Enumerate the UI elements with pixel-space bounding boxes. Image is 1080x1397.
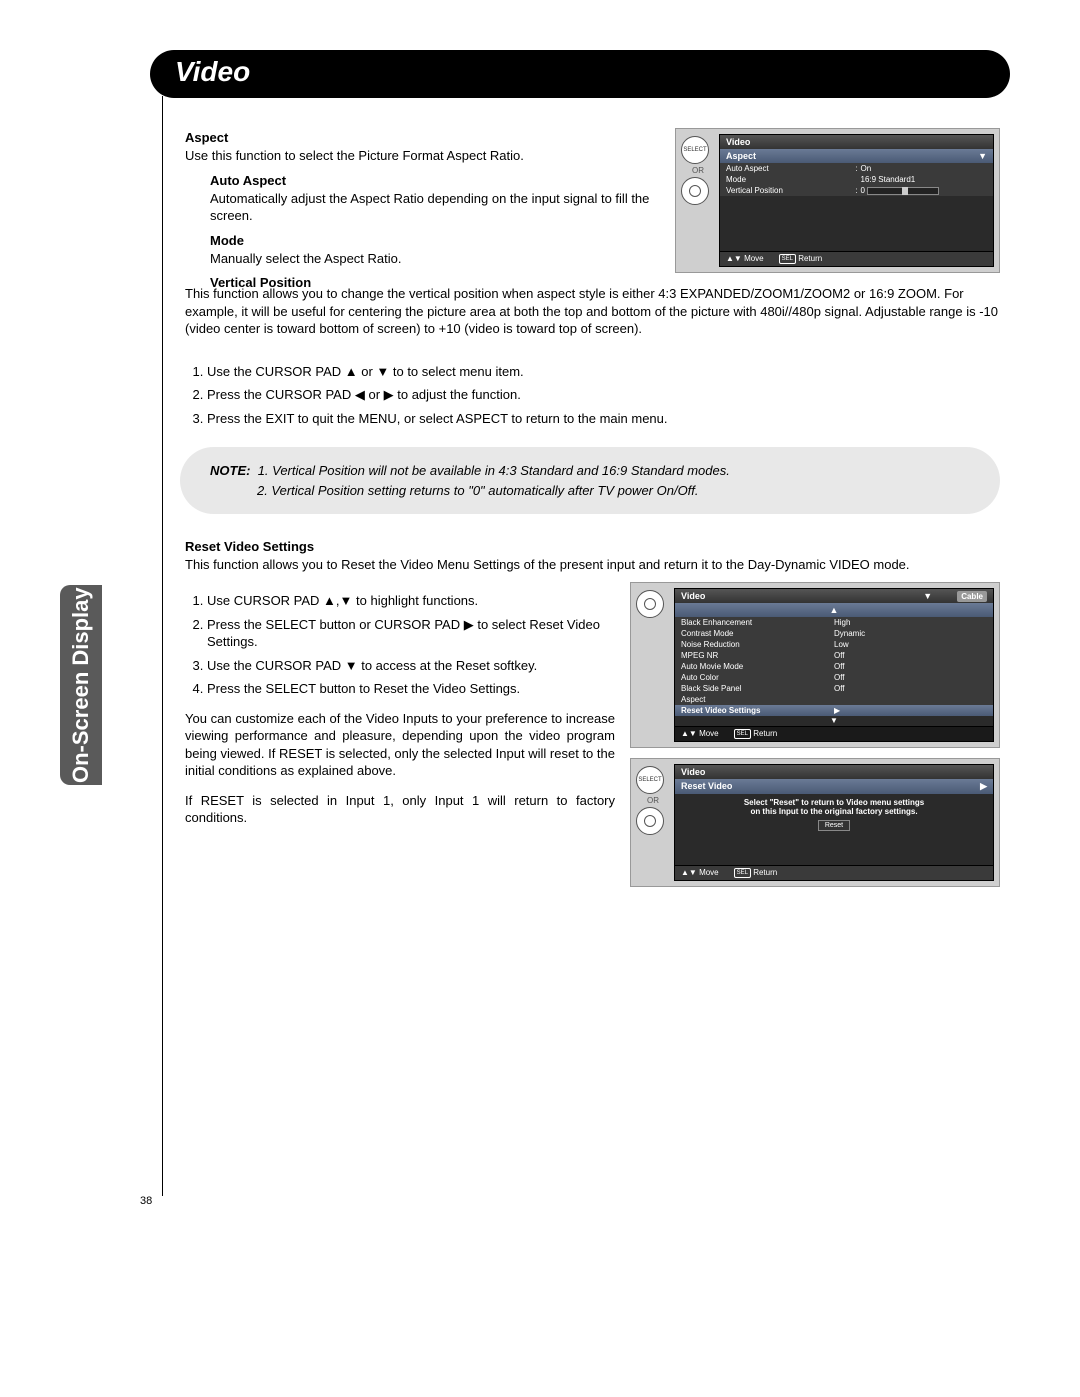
- reset-steps: Use CURSOR PAD ▲,▼ to highlight function…: [185, 592, 615, 698]
- sidebar-label: On-Screen Display: [60, 585, 102, 785]
- aspect-steps: Use the CURSOR PAD ▲ or ▼ to to select m…: [185, 363, 1000, 428]
- osd-video-list-menu: Video▼ Cable ▲ Black EnhancementHigh Con…: [674, 588, 994, 742]
- mode-heading: Mode: [210, 233, 660, 248]
- step-item: Press the SELECT button to Reset the Vid…: [207, 680, 615, 698]
- osd3-msg2: on this Input to the original factory se…: [681, 807, 987, 816]
- step-item: Use CURSOR PAD ▲,▼ to highlight function…: [207, 592, 615, 610]
- vertical-rule: [162, 96, 163, 1196]
- reset-heading: Reset Video Settings: [185, 539, 1000, 554]
- auto-aspect-desc: Automatically adjust the Aspect Ratio de…: [210, 190, 660, 225]
- cursor-pad-icon: [681, 177, 709, 205]
- note-line2: 2. Vertical Position setting returns to …: [257, 483, 699, 498]
- slider-icon: [867, 187, 939, 195]
- osd-reset-panel: SELECT OR Video Reset Video▶ Select "Res…: [630, 758, 1000, 887]
- aspect-desc: Use this function to select the Picture …: [185, 147, 660, 165]
- reset-desc: This function allows you to Reset the Vi…: [185, 556, 1000, 574]
- note-line1: 1. Vertical Position will not be availab…: [258, 463, 730, 478]
- step-item: Press the EXIT to quit the MENU, or sele…: [207, 410, 1000, 428]
- select-button-icon: SELECT: [681, 136, 709, 164]
- step-item: Press the SELECT button or CURSOR PAD ▶ …: [207, 616, 615, 651]
- auto-aspect-heading: Auto Aspect: [210, 173, 660, 188]
- cursor-pad-icon: [636, 590, 664, 618]
- osd-video-list-panel: Video▼ Cable ▲ Black EnhancementHigh Con…: [630, 582, 1000, 748]
- note-label: NOTE:: [210, 463, 250, 478]
- step-item: Use the CURSOR PAD ▲ or ▼ to to select m…: [207, 363, 1000, 381]
- sidebar-tab: On-Screen Display: [60, 585, 102, 785]
- note-box: NOTE: 1. Vertical Position will not be a…: [180, 447, 1000, 514]
- select-button-icon: SELECT: [636, 766, 664, 794]
- reset-softkey: Reset: [818, 820, 850, 831]
- page-title-banner: Video: [150, 50, 1010, 98]
- or-label: OR: [681, 166, 715, 175]
- osd3-msg1: Select "Reset" to return to Video menu s…: [681, 798, 987, 807]
- osd-aspect-menu: Video Aspect▼ Auto Aspect:On Mode16:9 St…: [719, 134, 994, 267]
- osd1-sub: Aspect: [726, 151, 756, 161]
- osd3-title: Video: [681, 767, 705, 777]
- vp-desc: This function allows you to change the v…: [185, 285, 1000, 338]
- page-number: 38: [140, 1195, 152, 1207]
- step-item: Press the CURSOR PAD ◀ or ▶ to adjust th…: [207, 386, 1000, 404]
- aspect-heading: Aspect: [185, 130, 660, 145]
- osd-aspect-panel: SELECT OR Video Aspect▼ Auto Aspect:On M…: [675, 128, 1000, 273]
- osd-reset-menu: Video Reset Video▶ Select "Reset" to ret…: [674, 764, 994, 881]
- osd1-title: Video: [726, 137, 750, 147]
- reset-para2: If RESET is selected in Input 1, only In…: [185, 792, 615, 827]
- osd3-sub: Reset Video: [681, 781, 732, 792]
- mode-desc: Manually select the Aspect Ratio.: [210, 250, 660, 268]
- osd2-title: Video: [681, 591, 705, 601]
- reset-para1: You can customize each of the Video Inpu…: [185, 710, 615, 780]
- step-item: Use the CURSOR PAD ▼ to access at the Re…: [207, 657, 615, 675]
- cursor-pad-icon: [636, 807, 664, 835]
- page-title: Video: [175, 56, 250, 87]
- or-label: OR: [636, 796, 670, 805]
- input-badge: Cable: [957, 591, 987, 602]
